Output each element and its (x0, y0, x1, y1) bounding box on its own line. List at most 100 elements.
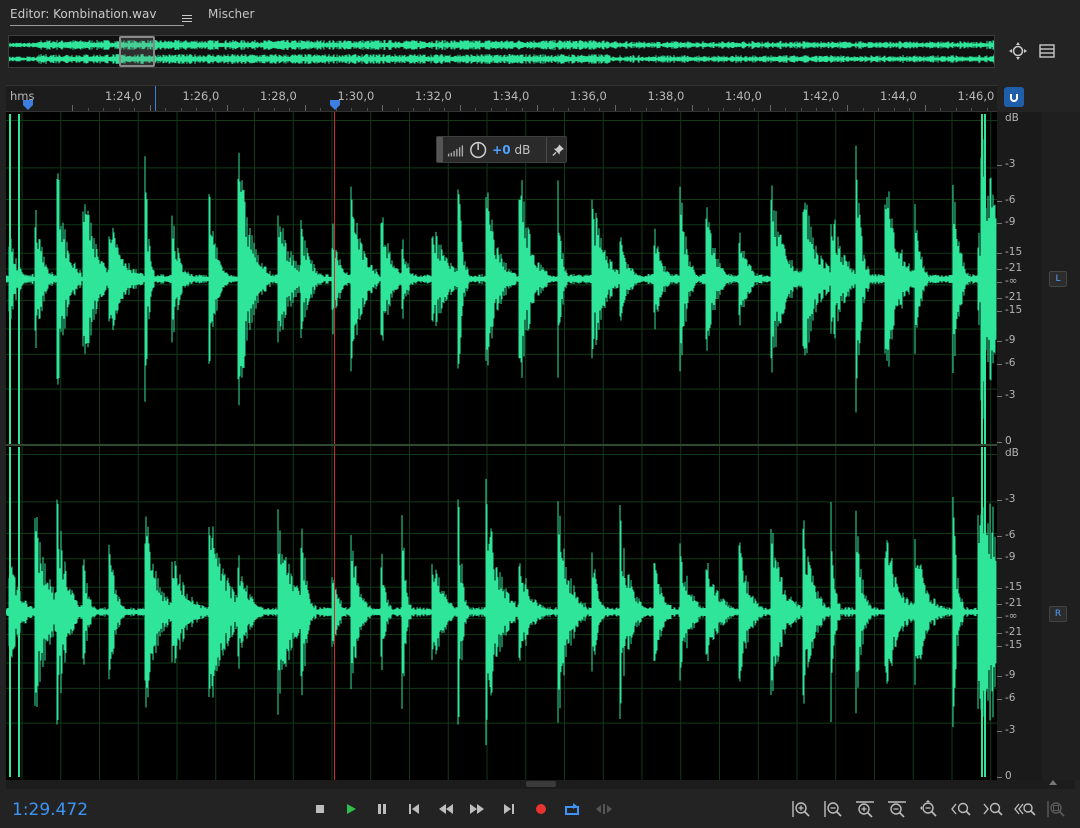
fast-forward-icon[interactable] (466, 798, 488, 820)
zoom-out-full-icon[interactable] (917, 798, 941, 820)
db-scale-tick (997, 298, 1002, 300)
tab-mixer[interactable]: Mischer (208, 6, 254, 26)
ruler-tick (940, 108, 941, 111)
zoom-out-amplitude-icon[interactable] (821, 798, 845, 820)
ruler-tick (707, 108, 709, 111)
db-scale-tick (997, 675, 1002, 677)
grid-line-horizontal (6, 454, 997, 455)
db-scale-label: -9 (1005, 216, 1016, 229)
panel-menu-icon[interactable] (182, 15, 192, 24)
ruler-tick (87, 108, 89, 111)
grid-line-horizontal (6, 722, 997, 724)
ruler-tick (614, 105, 616, 111)
overview-waveform (9, 40, 994, 64)
channel-left-label[interactable]: L (1049, 271, 1067, 287)
db-scale-label: 0 (1005, 434, 1012, 447)
ruler-tick (134, 108, 135, 111)
scroll-up-icon[interactable] (1048, 778, 1058, 788)
ruler-tick (72, 105, 73, 111)
zoom-in-time-icon[interactable] (853, 798, 877, 820)
ruler-tick (428, 108, 430, 111)
db-scale-label: -21 (1005, 626, 1023, 639)
time-ruler[interactable]: hms 1:24,0 1:26,0 1:28,0 1:30,0 1:32,0 1:34,0… (6, 85, 997, 112)
ruler-tick (878, 108, 879, 111)
ruler-time-label: 1:42,0 (802, 89, 840, 103)
grid-line-vertical (21, 112, 23, 780)
ruler-tick (785, 108, 786, 111)
waveform-overview[interactable] (8, 35, 995, 68)
ruler-time-label: 1:26,0 (182, 89, 220, 103)
zoom-tracks-icon[interactable] (1044, 798, 1068, 820)
zoom-out-time-icon[interactable] (885, 798, 909, 820)
ruler-tick (986, 108, 988, 111)
pin-icon[interactable] (551, 142, 566, 158)
db-scale-tick (997, 776, 1002, 778)
right-channel-waveform (6, 478, 997, 746)
scrollbar-grip[interactable] (526, 781, 556, 787)
ruler-tick (304, 105, 306, 111)
ruler-tick (692, 105, 693, 111)
play-icon[interactable] (340, 798, 362, 820)
channel-right-label[interactable]: R (1049, 606, 1067, 622)
ruler-tick (382, 105, 383, 111)
ruler-tick (320, 108, 321, 111)
tab-editor[interactable]: Editor: Kombination.wav (10, 6, 192, 26)
in-point-marker-icon[interactable] (22, 99, 34, 111)
zoom-in-start-icon[interactable] (949, 798, 973, 820)
db-scale-tick (997, 441, 1002, 443)
rewind-icon[interactable] (435, 798, 457, 820)
go-to-end-icon[interactable] (498, 798, 520, 820)
ruler-time-label: 1:30,0 (337, 89, 375, 103)
hud-drag-grip[interactable] (437, 137, 444, 162)
overview-viewport-handle[interactable] (119, 36, 155, 67)
volume-value[interactable]: +0 (492, 143, 510, 157)
current-time-display[interactable]: 1:29.472 (12, 800, 88, 820)
zoom-navigator-icon[interactable] (1007, 40, 1029, 62)
grid-line-vertical (951, 112, 953, 780)
record-icon[interactable] (530, 798, 552, 820)
zoom-in-amplitude-icon[interactable] (789, 798, 813, 820)
db-scale-tick (997, 252, 1002, 254)
amplitude-ruler[interactable]: dB -3 -6 -9 -15 -21 -∞ -21 -15 -9 -6 -3 0 dB -3 -6 -9 -15… (997, 112, 1042, 780)
db-scale-label: -15 (1005, 639, 1023, 652)
volume-knob-icon[interactable] (469, 140, 487, 160)
grid-line-vertical (215, 112, 217, 780)
db-scale-label: -9 (1005, 333, 1016, 346)
ruler-time-label: 1:28,0 (260, 89, 297, 103)
db-scale-tick (997, 587, 1002, 589)
stop-icon[interactable] (309, 798, 331, 820)
volume-unit: dB (514, 142, 531, 157)
grid-line-vertical (137, 112, 139, 780)
ruler-tick (397, 108, 399, 111)
volume-hud[interactable]: +0 dB (436, 136, 567, 163)
ruler-tick (413, 108, 414, 111)
horizontal-scrollbar[interactable] (6, 780, 1075, 789)
ruler-tick (537, 105, 538, 111)
ruler-tick (955, 108, 957, 111)
ruler-tick (366, 108, 368, 111)
ruler-tick (490, 108, 492, 111)
go-to-start-icon[interactable] (403, 798, 425, 820)
db-scale-label: -∞ (1005, 610, 1018, 622)
db-scale-tick (997, 603, 1002, 605)
db-scale-tick (997, 558, 1002, 560)
grid-line-vertical (564, 112, 565, 780)
db-scale-tick (997, 363, 1002, 365)
left-channel-waveform (6, 139, 997, 419)
ruler-tick (769, 105, 771, 111)
pause-icon[interactable] (371, 798, 393, 820)
skip-selection-icon[interactable] (593, 798, 615, 820)
snap-magnet-icon[interactable] (1004, 87, 1024, 107)
overview-menu-icon[interactable] (1036, 40, 1058, 62)
waveform-editor[interactable] (6, 112, 997, 780)
hud-separator (546, 137, 548, 162)
grid-line-horizontal (6, 662, 997, 664)
ruler-tick (568, 108, 569, 111)
ruler-tick (862, 108, 864, 111)
overview-channel-wave (9, 40, 994, 50)
loop-icon[interactable] (561, 798, 583, 820)
ruler-tick (816, 108, 817, 111)
zoom-selection-icon[interactable] (1013, 798, 1037, 820)
ruler-tick (196, 108, 197, 111)
zoom-in-end-icon[interactable] (981, 798, 1005, 820)
